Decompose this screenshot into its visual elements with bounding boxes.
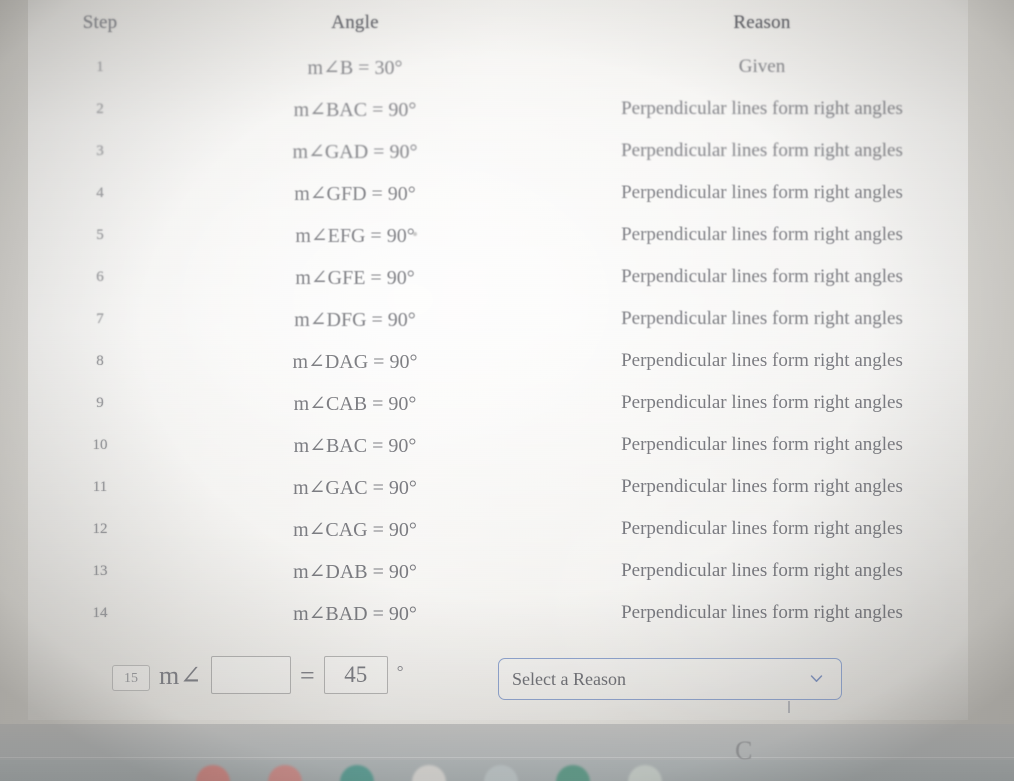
- cell-reason: Perpendicular lines form right angles: [621, 308, 903, 329]
- reason-select[interactable]: Select a Reason: [498, 658, 842, 700]
- cell-angle: m∠DAB = 90°: [293, 560, 417, 583]
- column-header-reason: Reason: [733, 12, 791, 33]
- app-pale-icon[interactable]: [628, 765, 662, 781]
- cell-step: 6: [96, 268, 104, 285]
- cell-angle: m∠DAG = 90°: [292, 350, 418, 373]
- cell-reason: Perpendicular lines form right angles: [621, 182, 903, 203]
- cell-angle: m∠DFG = 90°: [294, 308, 416, 331]
- app-white-icon[interactable]: [412, 765, 446, 781]
- table-row: 12 m∠CAG = 90° Perpendicular lines form ri…: [0, 508, 1014, 550]
- angle-measure-input[interactable]: [323, 656, 388, 694]
- table-row: 10 m∠BAC = 90° Perpendicular lines form ri…: [0, 424, 1014, 466]
- angle-name-input[interactable]: [211, 656, 292, 694]
- cell-reason: Perpendicular lines form right angles: [621, 560, 903, 581]
- cell-step: 4: [96, 184, 104, 201]
- photographed-screen: Step Angle Reason 1 m∠B = 30° Given 2 m∠BAC …: [0, 0, 1014, 781]
- cell-step: 13: [92, 562, 108, 579]
- cell-step: 5: [96, 226, 104, 243]
- cell-reason: Perpendicular lines form right angles: [621, 350, 903, 371]
- app-teal-icon[interactable]: [340, 765, 374, 781]
- column-header-angle: Angle: [331, 12, 379, 33]
- equals-symbol: =: [300, 661, 315, 690]
- cell-step: 12: [92, 520, 108, 537]
- cell-step: 10: [92, 436, 108, 453]
- cell-reason: Perpendicular lines form right angles: [621, 140, 903, 161]
- cell-step: 14: [92, 604, 108, 621]
- cell-step: 7: [96, 310, 104, 327]
- reason-select-container: Select a Reason: [498, 658, 842, 713]
- table-header-row: Step Angle Reason: [0, 0, 1014, 46]
- table-row: 14 m∠BAD = 90° Perpendicular lines form ri…: [0, 592, 1014, 634]
- table-row: 6 m∠GFE = 90° Perpendicular lines form rig…: [0, 256, 1014, 298]
- table-row: 3 m∠GAD = 90° Perpendicular lines form rig…: [0, 130, 1014, 172]
- cell-step: 2: [96, 100, 104, 117]
- table-row: 8 m∠DAG = 90° Perpendicular lines form rig…: [0, 340, 1014, 382]
- table-row: 2 m∠BAC = 90° Perpendicular lines form rig…: [0, 88, 1014, 130]
- taskbar[interactable]: [0, 760, 1014, 781]
- measure-angle-symbol: m∠: [159, 661, 203, 690]
- cell-angle: m∠GFD = 90°: [294, 182, 416, 205]
- cell-reason: Perpendicular lines form right angles: [621, 98, 903, 119]
- new-step-number-box: 15: [112, 665, 150, 691]
- app-grey-icon[interactable]: [484, 765, 518, 781]
- cell-step: 8: [96, 352, 104, 369]
- desktop-edge-highlight: [0, 757, 1014, 758]
- table-row: 13 m∠DAB = 90° Perpendicular lines form ri…: [0, 550, 1014, 592]
- proof-table-header: Step Angle Reason: [0, 0, 1014, 46]
- table-row: 9 m∠CAB = 90° Perpendicular lines form rig…: [0, 382, 1014, 424]
- cell-angle: m∠EFG = 90°: [295, 224, 415, 247]
- app-red-icon[interactable]: [268, 765, 302, 781]
- cell-angle: m∠GAD = 90°: [292, 140, 418, 163]
- column-header-step: Step: [82, 12, 118, 33]
- cell-reason: Perpendicular lines form right angles: [621, 476, 903, 497]
- cell-angle: m∠BAD = 90°: [293, 602, 417, 625]
- cell-step: 9: [96, 394, 104, 411]
- proof-table: Step Angle Reason 1 m∠B = 30° Given 2 m∠BAC …: [0, 0, 1014, 634]
- cell-reason: Perpendicular lines form right angles: [621, 266, 903, 287]
- screen-speck: [413, 232, 417, 236]
- table-row: 1 m∠B = 30° Given: [0, 46, 1014, 88]
- cell-reason: Given: [738, 56, 786, 77]
- proof-table-body: 1 m∠B = 30° Given 2 m∠BAC = 90° Perpendicular…: [0, 46, 1014, 634]
- cell-angle: m∠BAC = 90°: [293, 98, 417, 121]
- cell-angle: m∠B = 30°: [307, 56, 403, 79]
- cell-reason: Perpendicular lines form right angles: [621, 224, 903, 245]
- cell-angle: m∠BAC = 90°: [293, 434, 417, 457]
- cell-step: 11: [92, 478, 108, 495]
- cell-angle: m∠GFE = 90°: [295, 266, 415, 289]
- app-green-icon[interactable]: [556, 765, 590, 781]
- new-step-angle-entry: 15 m∠ = °: [112, 648, 404, 694]
- cell-step: 1: [96, 58, 104, 75]
- table-row: 4 m∠GFD = 90° Perpendicular lines form rig…: [0, 172, 1014, 214]
- cell-angle: m∠CAB = 90°: [293, 392, 417, 415]
- cell-reason: Perpendicular lines form right angles: [621, 434, 903, 455]
- degree-symbol: °: [396, 662, 404, 681]
- table-row: 11 m∠GAC = 90° Perpendicular lines form ri…: [0, 466, 1014, 508]
- cell-angle: m∠CAG = 90°: [293, 518, 417, 541]
- cell-reason: Perpendicular lines form right angles: [621, 392, 903, 413]
- cell-reason: Perpendicular lines form right angles: [621, 602, 903, 623]
- cell-reason: Perpendicular lines form right angles: [621, 518, 903, 539]
- cell-step: 3: [96, 142, 104, 159]
- table-row: 7 m∠DFG = 90° Perpendicular lines form rig…: [0, 298, 1014, 340]
- chrome-icon[interactable]: [196, 765, 230, 781]
- text-cursor: [788, 701, 790, 713]
- table-row: 5 m∠EFG = 90° Perpendicular lines form rig…: [0, 214, 1014, 256]
- cell-angle: m∠GAC = 90°: [293, 476, 417, 499]
